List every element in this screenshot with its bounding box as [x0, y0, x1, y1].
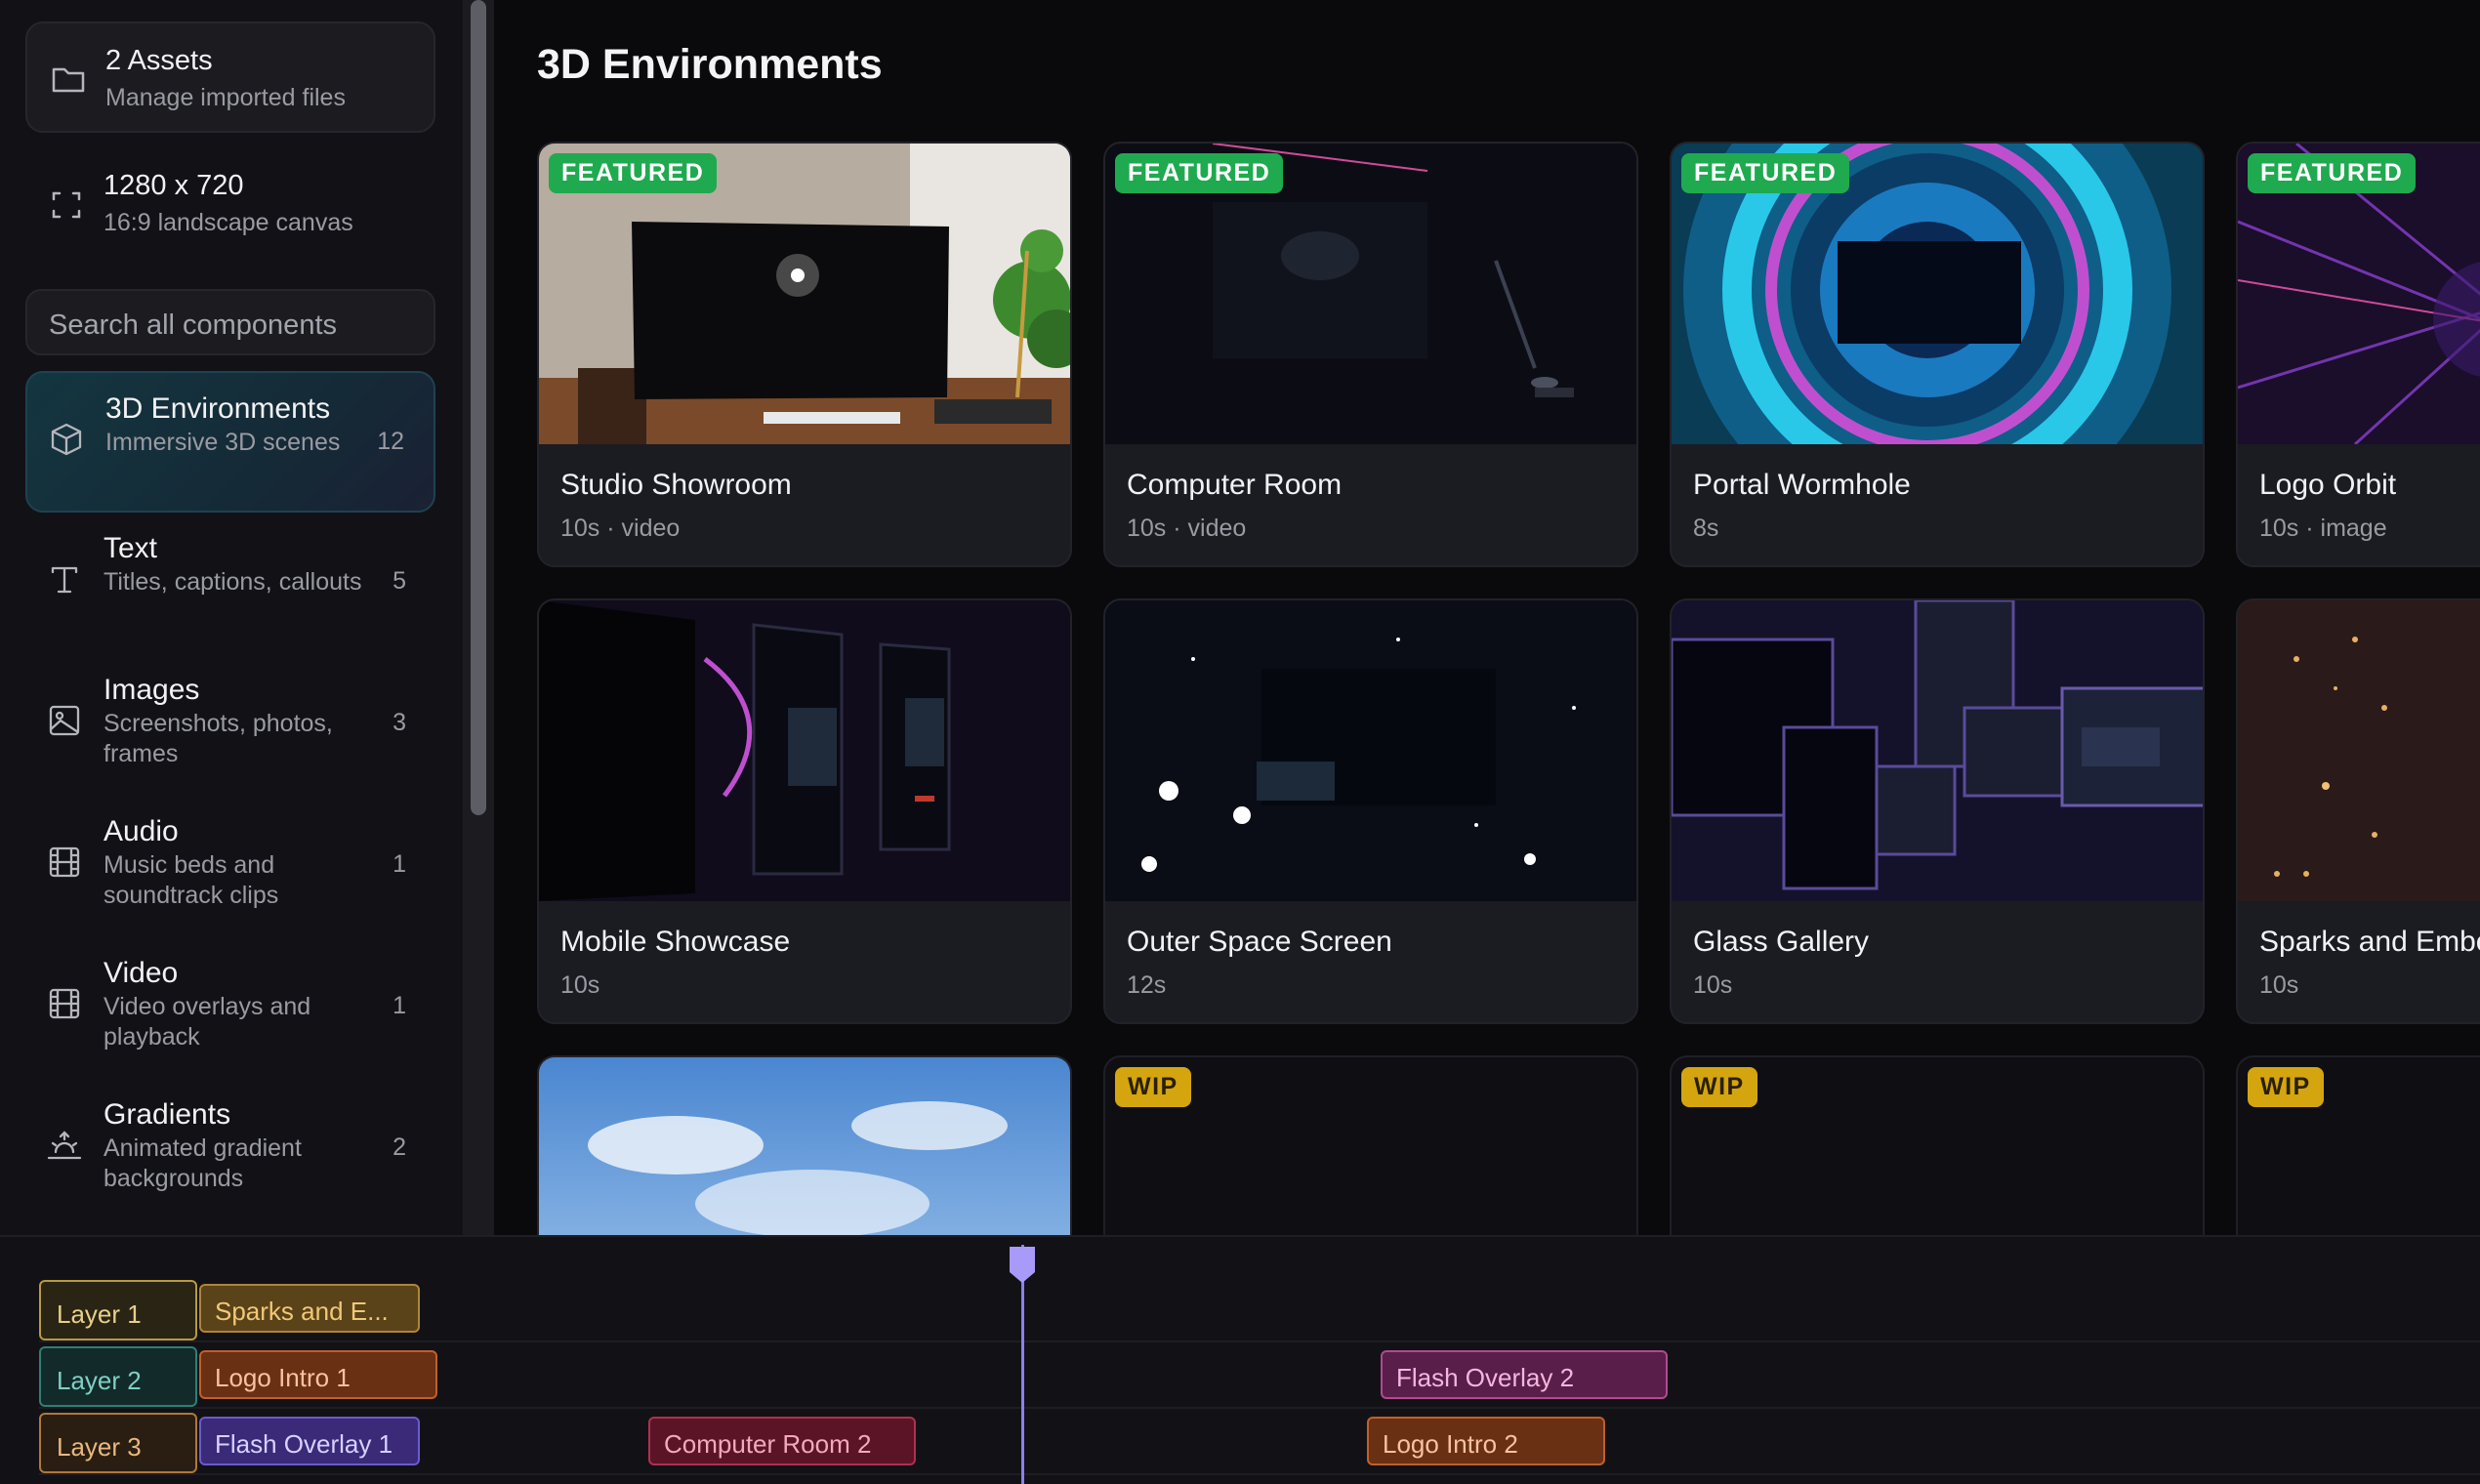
category-count: 12	[377, 428, 404, 455]
category-count: 2	[393, 1134, 406, 1161]
component-tile[interactable]: FEATURED Portal Wormhole 8s	[1670, 142, 2205, 567]
component-tile[interactable]: Sparks and Embe 10s	[2236, 598, 2480, 1024]
component-tile[interactable]: FEATURED Logo Orbit 10s · image	[2236, 142, 2480, 567]
category-desc: Animated gradient backgrounds	[103, 1134, 302, 1192]
category-name: Gradients	[103, 1098, 231, 1131]
category-images[interactable]: Images Screenshots, photos, frames 3	[25, 654, 435, 796]
category-name: Images	[103, 674, 200, 706]
assets-subtitle: Manage imported files	[105, 84, 346, 111]
tile-name: Computer Room	[1127, 469, 1343, 501]
component-tile[interactable]: WIP	[2236, 1055, 2480, 1235]
component-tile[interactable]: Glass Gallery 10s	[1670, 598, 2205, 1024]
timeline-clip[interactable]: Sparks and E...	[199, 1284, 420, 1333]
text-icon	[45, 559, 84, 598]
tile-meta: 10s	[2259, 971, 2299, 999]
timeline-track: Layer 1 Sparks and E...	[39, 1278, 2480, 1342]
timeline-clip[interactable]: Logo Intro 1	[199, 1350, 437, 1399]
film-icon	[45, 843, 84, 882]
timeline: Layer 1 Sparks and E... Layer 2 Logo Int…	[0, 1235, 2480, 1484]
timeline-clip[interactable]: Flash Overlay 1	[199, 1417, 420, 1465]
wip-badge: WIP	[1115, 1067, 1191, 1107]
category-text[interactable]: Text Titles, captions, callouts 5	[25, 513, 435, 654]
component-tile[interactable]: Mobile Showcase 10s	[537, 598, 1072, 1024]
tile-name: Mobile Showcase	[560, 926, 791, 958]
category-name: 3D Environments	[105, 392, 331, 425]
featured-badge: FEATURED	[549, 153, 718, 193]
category-count: 3	[393, 709, 406, 736]
component-tile[interactable]: WIP	[1103, 1055, 1638, 1235]
tile-meta: 10s	[560, 971, 600, 999]
tile-meta: 10s · video	[560, 515, 681, 542]
tile-name: Portal Wormhole	[1693, 469, 1911, 501]
category-audio[interactable]: Audio Music beds and soundtrack clips 1	[25, 796, 435, 937]
tile-name: Outer Space Screen	[1127, 926, 1392, 958]
category-name: Video	[103, 957, 179, 989]
featured-badge: FEATURED	[1681, 153, 1850, 193]
timeline-track: Layer 2 Logo Intro 1 Flash Overlay 2	[39, 1344, 2480, 1409]
page-title: 3D Environments	[537, 41, 883, 88]
category-video[interactable]: Video Video overlays and playback 1	[25, 937, 435, 1079]
category-name: Audio	[103, 815, 179, 847]
wip-badge: WIP	[1681, 1067, 1757, 1107]
category-count: 1	[393, 850, 406, 878]
thumbnail-sky	[539, 1057, 1070, 1235]
layer-label[interactable]: Layer 1	[39, 1280, 197, 1340]
thumbnail-outer-space-screen	[1105, 600, 1636, 901]
timeline-clip[interactable]: Flash Overlay 2	[1381, 1350, 1668, 1399]
category-desc: Video overlays and playback	[103, 993, 311, 1051]
layer-label[interactable]: Layer 2	[39, 1346, 197, 1407]
category-count: 1	[393, 992, 406, 1019]
cube-icon	[47, 420, 86, 459]
category-gradients[interactable]: Gradients Animated gradient backgrounds …	[25, 1079, 435, 1220]
timeline-clip[interactable]: Computer Room 2	[648, 1417, 916, 1465]
tile-meta: 8s	[1693, 515, 1719, 542]
category-desc: Titles, captions, callouts	[103, 568, 362, 596]
category-list: 3D Environments Immersive 3D scenes 12 T…	[25, 371, 435, 1220]
sidebar-scrollbar[interactable]	[463, 0, 494, 1235]
featured-badge: FEATURED	[2248, 153, 2417, 193]
sidebar: 2 Assets Manage imported files 1280 x 72…	[0, 0, 463, 1235]
category-desc: Immersive 3D scenes	[105, 429, 341, 456]
film-icon	[45, 984, 84, 1023]
category-3d-environments[interactable]: 3D Environments Immersive 3D scenes 12	[25, 371, 435, 513]
tile-meta: 12s	[1127, 971, 1167, 999]
canvas-size-button[interactable]: 1280 x 720 16:9 landscape canvas	[25, 146, 435, 264]
category-desc: Music beds and soundtrack clips	[103, 851, 279, 909]
thumbnail-glass-gallery	[1672, 600, 2203, 901]
fullscreen-frame-icon	[47, 186, 86, 225]
component-tile[interactable]: Outer Space Screen 12s	[1103, 598, 1638, 1024]
component-tile[interactable]: FEATURED Studio Showroom 10s · video	[537, 142, 1072, 567]
tile-meta: 10s · image	[2259, 515, 2387, 542]
component-tile[interactable]	[537, 1055, 1072, 1235]
category-count: 5	[393, 567, 406, 595]
featured-badge: FEATURED	[1115, 153, 1284, 193]
playhead-handle[interactable]	[1008, 1245, 1037, 1284]
timeline-clip[interactable]: Logo Intro 2	[1367, 1417, 1605, 1465]
tile-name: Logo Orbit	[2259, 469, 2397, 501]
assets-title: 2 Assets	[105, 45, 213, 76]
scrollbar-thumb[interactable]	[471, 0, 486, 815]
layer-label[interactable]: Layer 3	[39, 1413, 197, 1473]
category-desc: Screenshots, photos, frames	[103, 710, 333, 767]
tile-name: Sparks and Embe	[2259, 926, 2480, 958]
tile-name: Glass Gallery	[1693, 926, 1870, 958]
main-panel: 3D Environments FEATURED Studio Showroom…	[494, 0, 2480, 1235]
image-icon	[45, 701, 84, 740]
tile-meta: 10s · video	[1127, 515, 1247, 542]
component-tile[interactable]: FEATURED Computer Room 10s · video	[1103, 142, 1638, 567]
category-name: Text	[103, 532, 158, 564]
component-tile[interactable]: WIP	[1670, 1055, 2205, 1235]
tile-meta: 10s	[1693, 971, 1733, 999]
thumbnail-mobile-showcase	[539, 600, 1070, 901]
folder-icon	[49, 59, 88, 98]
canvas-subtitle: 16:9 landscape canvas	[103, 209, 353, 236]
canvas-title: 1280 x 720	[103, 170, 244, 201]
wip-badge: WIP	[2248, 1067, 2324, 1107]
assets-button[interactable]: 2 Assets Manage imported files	[25, 21, 435, 133]
search-input[interactable]: Search all components	[25, 289, 435, 355]
sunrise-icon	[45, 1126, 84, 1165]
thumbnail-sparks-and-embers	[2238, 600, 2480, 901]
tile-name: Studio Showroom	[560, 469, 792, 501]
timeline-track: Layer 3 Flash Overlay 1 Computer Room 2 …	[39, 1411, 2480, 1475]
